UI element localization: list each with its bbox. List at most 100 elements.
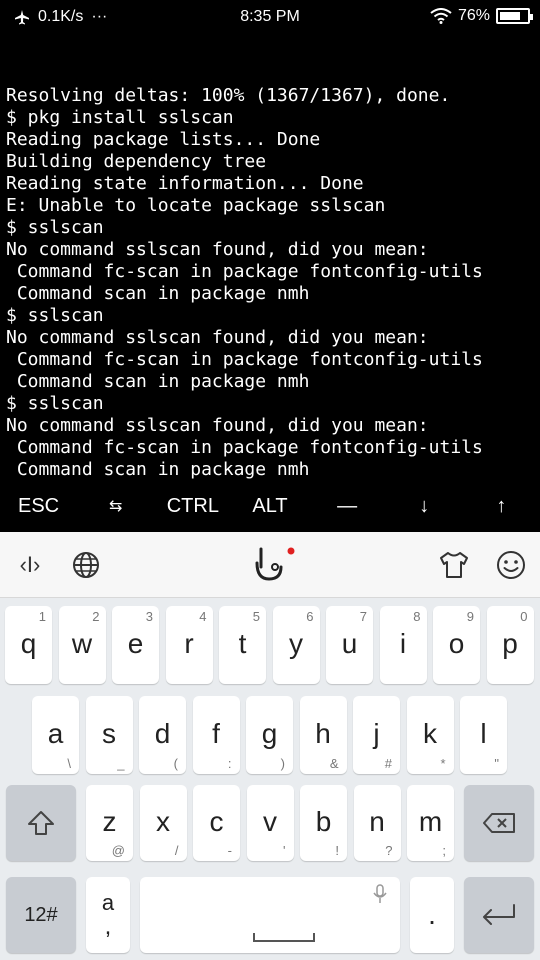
ctrl-key[interactable]: CTRL xyxy=(154,480,231,532)
key-hint: \ xyxy=(67,756,71,771)
key-v[interactable]: v ' xyxy=(246,785,294,861)
key-b[interactable]: b! xyxy=(300,785,347,861)
key-hint: ! xyxy=(335,843,339,858)
comma-key-top: a xyxy=(101,890,115,915)
keyboard-toolbar: ‹I› xyxy=(0,532,540,598)
key-z[interactable]: z @ xyxy=(86,785,133,861)
key-q[interactable]: q1 xyxy=(5,606,52,684)
key-label: p xyxy=(502,628,518,659)
terminal-output[interactable]: Resolving deltas: 100% (1367/1367), done… xyxy=(0,36,540,480)
key-label: n xyxy=(369,806,385,837)
globe-icon[interactable] xyxy=(66,546,106,584)
esc-key[interactable]: ESC xyxy=(0,480,77,532)
key-label: r xyxy=(184,628,194,659)
key-label: t xyxy=(238,628,247,659)
shift-key[interactable] xyxy=(6,785,76,861)
terminal-line: Reading package lists... Done xyxy=(6,129,321,150)
key-label: i xyxy=(399,628,407,659)
terminal-line: Resolving deltas: 100% (1367/1367), done… xyxy=(6,85,451,106)
space-bar-icon xyxy=(253,933,315,942)
key-label: s xyxy=(102,718,116,749)
key-r[interactable]: r4 xyxy=(165,606,213,684)
key-p[interactable]: p0 xyxy=(486,606,534,684)
key-f[interactable]: f: xyxy=(192,696,240,774)
key-h[interactable]: h & xyxy=(299,696,347,774)
key-i[interactable]: i8 xyxy=(379,606,427,684)
key-n[interactable]: n? xyxy=(353,785,401,861)
status-bar: 0.1K/s ··· 8:35 PM 76% xyxy=(0,0,540,36)
battery-level xyxy=(500,12,520,20)
key-label: j xyxy=(373,718,380,749)
tab-key[interactable]: ⇆ xyxy=(77,480,154,532)
key-j[interactable]: j # xyxy=(353,696,400,774)
backspace-key[interactable] xyxy=(464,785,534,861)
status-right: 76% xyxy=(430,7,533,25)
key-label: d xyxy=(154,718,171,749)
terminal-line: Reading state information... Done xyxy=(6,173,364,194)
key-label: l xyxy=(480,718,487,749)
terminal-line: No command sslscan found, did you mean: xyxy=(6,415,429,436)
extra-keys-row: ESC ⇆ CTRL ALT — ↓ ↑ xyxy=(0,480,540,532)
down-arrow-key[interactable]: ↓ xyxy=(386,480,463,532)
terminal-line: Building dependency tree xyxy=(6,151,267,172)
up-arrow-key[interactable]: ↑ xyxy=(463,480,540,532)
terminal-line: No command sslscan found, did you mean: xyxy=(6,239,429,260)
key-hint: : xyxy=(227,756,232,771)
key-w[interactable]: w2 xyxy=(58,606,106,684)
touchpal-logo-icon[interactable] xyxy=(248,546,296,584)
comma-key[interactable]: a , xyxy=(86,877,130,953)
enter-key[interactable] xyxy=(464,877,534,953)
key-hint: * xyxy=(440,756,446,771)
wifi-icon xyxy=(430,8,452,24)
terminal-line: Command fc-scan in package fontconfig-ut… xyxy=(6,261,483,282)
terminal-line: No command sslscan found, did you mean: xyxy=(6,327,429,348)
terminal-line: Command scan in package nmh xyxy=(6,459,310,480)
battery-percent: 76% xyxy=(457,7,490,24)
period-key[interactable]: . xyxy=(410,877,454,953)
key-label: a xyxy=(47,718,64,749)
key-label: z xyxy=(102,806,117,837)
terminal-lines: Resolving deltas: 100% (1367/1367), done… xyxy=(6,85,534,480)
key-label: g xyxy=(261,718,278,749)
space-key[interactable] xyxy=(140,877,400,953)
alt-key[interactable]: ALT xyxy=(231,480,308,532)
key-hint: ( xyxy=(173,756,178,771)
key-hint: 2 xyxy=(92,609,100,624)
key-label: e xyxy=(127,628,144,659)
terminal-line: $ sslscan xyxy=(6,217,104,238)
key-hint: 0 xyxy=(520,609,528,624)
cursor-tool-icon[interactable]: ‹I› xyxy=(10,546,50,584)
key-a[interactable]: a \ xyxy=(32,696,79,774)
smiley-icon[interactable] xyxy=(490,546,532,584)
key-u[interactable]: u7 xyxy=(326,606,373,684)
terminal-line: Command fc-scan in package fontconfig-ut… xyxy=(6,349,483,370)
key-label: x xyxy=(156,806,170,837)
key-d[interactable]: d( xyxy=(139,696,186,774)
shift-icon xyxy=(28,811,54,835)
numbers-symbols-key[interactable]: 12# xyxy=(6,877,76,953)
key-l[interactable]: l " xyxy=(460,696,507,774)
terminal-line: $ sslscan xyxy=(6,393,104,414)
shirt-icon[interactable] xyxy=(434,546,474,584)
key-label: m xyxy=(418,806,443,837)
key-hint: - xyxy=(227,843,232,858)
key-g[interactable]: g) xyxy=(246,696,293,774)
key-hint: & xyxy=(329,756,339,771)
terminal-line: Command fc-scan in package fontconfig-ut… xyxy=(6,437,483,458)
key-s[interactable]: s _ xyxy=(85,696,133,774)
key-t[interactable]: t5 xyxy=(219,606,266,684)
key-c[interactable]: c- xyxy=(193,785,240,861)
terminal-line: $ pkg install sslscan xyxy=(6,107,234,128)
key-label: q xyxy=(20,628,37,659)
key-o[interactable]: o9 xyxy=(433,606,480,684)
dash-key[interactable]: — xyxy=(309,480,386,532)
key-k[interactable]: k * xyxy=(406,696,454,774)
key-y[interactable]: y6 xyxy=(272,606,320,684)
enter-icon xyxy=(483,904,515,925)
key-label: k xyxy=(423,718,437,749)
key-hint: ; xyxy=(442,843,446,858)
key-m[interactable]: m; xyxy=(407,785,454,861)
key-x[interactable]: x / xyxy=(139,785,187,861)
terminal-line: E: Unable to locate package sslscan xyxy=(6,195,386,216)
key-e[interactable]: e3 xyxy=(112,606,159,684)
